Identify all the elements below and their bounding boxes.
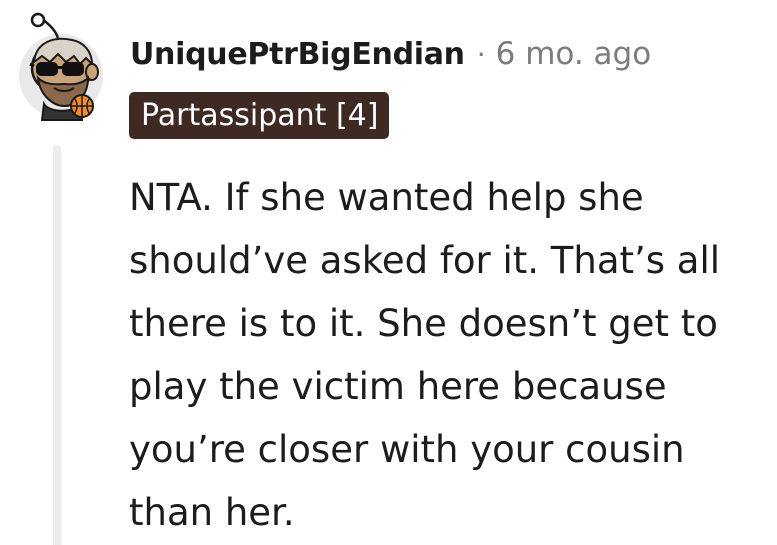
comment-meta: UniquePtrBigEndian · 6 mo. ago (130, 34, 651, 74)
comment-body-line: there is to it. She doesn’t get to (129, 302, 718, 345)
comment-body: NTA. If she wanted help she should’ve as… (129, 166, 769, 544)
comment-body-line: than her. (129, 491, 295, 534)
thread-collapse-line[interactable] (53, 146, 61, 545)
snoo-avatar-icon (19, 12, 103, 121)
user-avatar[interactable] (14, 12, 108, 124)
user-flair-badge: Partassipant [4] (129, 92, 390, 139)
comment-body-line: play the victim here because (129, 365, 667, 408)
meta-separator: · (476, 37, 486, 71)
comment: UniquePtrBigEndian · 6 mo. ago Partassip… (0, 0, 777, 545)
timestamp-link[interactable]: 6 mo. ago (496, 36, 652, 72)
username-link[interactable]: UniquePtrBigEndian (130, 37, 465, 72)
comment-body-line: you’re closer with your cousin (129, 428, 685, 471)
comment-body-line: should’ve asked for it. That’s all (129, 239, 721, 282)
comment-body-line: NTA. If she wanted help she (129, 176, 644, 219)
